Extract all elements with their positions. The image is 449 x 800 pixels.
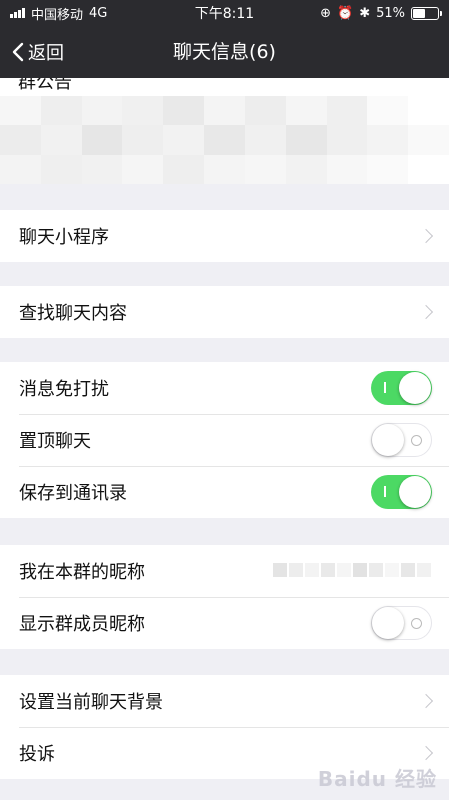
chevron-right-icon <box>418 693 434 709</box>
row-label: 我在本群的昵称 <box>19 562 145 583</box>
blurred-nickname <box>273 563 431 577</box>
signal-icon <box>10 8 25 18</box>
row-pin: 置顶聊天 <box>0 414 449 466</box>
row-search-chat-content[interactable]: 查找聊天内容 <box>0 286 449 338</box>
alarm-icon: ⏰ <box>337 5 354 21</box>
row-label: 显示群成员昵称 <box>19 614 145 635</box>
page-title: 聊天信息(6) <box>173 41 276 63</box>
row-save-contacts: 保存到通讯录 <box>0 466 449 518</box>
battery-fill <box>413 8 426 18</box>
chevron-right-icon <box>418 304 434 320</box>
back-button[interactable]: 返回 <box>12 26 64 78</box>
row-label: 查找聊天内容 <box>19 303 127 324</box>
row-label: 投诉 <box>19 744 55 765</box>
section-search: 查找聊天内容 <box>0 286 449 338</box>
row-mute: 消息免打扰 <box>0 362 449 414</box>
section-toggles: 消息免打扰 置顶聊天 保存到通讯录 <box>0 362 449 518</box>
status-left: 中国移动 4G <box>10 4 107 23</box>
nav-bar: 聊天信息(6) 返回 <box>0 26 449 78</box>
battery-icon <box>411 6 442 20</box>
battery-percent: 51% <box>376 5 405 21</box>
row-label: 保存到通讯录 <box>19 483 127 504</box>
status-time: 下午8:11 <box>194 6 255 22</box>
pin-toggle[interactable] <box>371 423 432 457</box>
row-mini-programs[interactable]: 聊天小程序 <box>0 210 449 262</box>
status-bar: 中国移动 4G 下午8:11 ⊕ ⏰ ✱ 51% <box>0 0 449 26</box>
chevron-right-icon <box>418 228 434 244</box>
chevron-left-icon <box>12 42 24 62</box>
bluetooth-icon: ✱ <box>359 5 371 21</box>
back-label: 返回 <box>28 43 64 64</box>
show-nicknames-toggle[interactable] <box>371 606 432 640</box>
blurred-notice-content <box>0 96 449 184</box>
rotation-lock-icon: ⊕ <box>320 5 331 21</box>
network-label: 4G <box>89 5 108 21</box>
save-contacts-toggle[interactable] <box>371 475 432 509</box>
chevron-right-icon <box>418 745 434 761</box>
row-show-nicknames: 显示群成员昵称 <box>0 597 449 649</box>
section-mini-programs: 聊天小程序 <box>0 210 449 262</box>
watermark: Baidu 经验 <box>317 767 437 791</box>
row-label: 设置当前聊天背景 <box>19 692 163 713</box>
section-nicknames: 我在本群的昵称 显示群成员昵称 <box>0 545 449 649</box>
row-my-nickname[interactable]: 我在本群的昵称 <box>0 545 449 597</box>
row-chat-background[interactable]: 设置当前聊天背景 <box>0 675 449 727</box>
mute-toggle[interactable] <box>371 371 432 405</box>
row-label: 置顶聊天 <box>19 431 91 452</box>
carrier-label: 中国移动 <box>31 7 84 23</box>
status-right: ⊕ ⏰ ✱ 51% <box>320 5 442 21</box>
group-notice[interactable]: 群公告 <box>0 78 449 184</box>
row-label: 聊天小程序 <box>19 227 109 248</box>
row-label: 消息免打扰 <box>19 379 109 400</box>
notice-label: 群公告 <box>18 78 72 93</box>
